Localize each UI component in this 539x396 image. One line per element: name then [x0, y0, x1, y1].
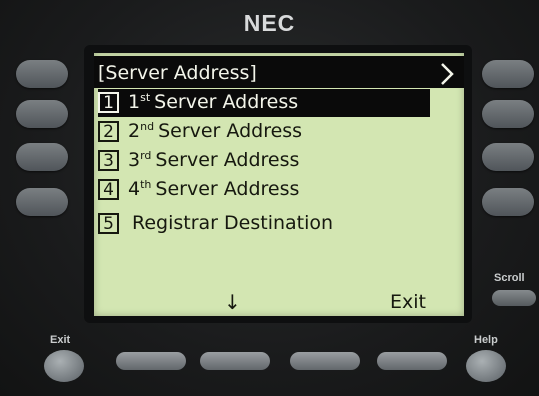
softkey-2[interactable] [200, 352, 270, 370]
softkey-3[interactable] [290, 352, 360, 370]
menu-item-registrar-destination[interactable]: 5 Registrar Destination [98, 210, 438, 238]
help-button[interactable] [466, 350, 506, 382]
left-line-key-3[interactable] [16, 143, 68, 171]
softkey-exit-label[interactable]: Exit [390, 291, 426, 313]
exit-key-label: Exit [50, 334, 71, 346]
item-number: 4 [98, 179, 119, 200]
help-key-label: Help [474, 334, 498, 346]
scroll-button[interactable] [492, 290, 536, 306]
left-line-key-4[interactable] [16, 188, 68, 216]
right-line-key-3[interactable] [482, 143, 534, 171]
item-number: 2 [98, 121, 119, 142]
exit-button[interactable] [44, 350, 84, 382]
right-line-key-1[interactable] [482, 60, 534, 88]
brand-logo: NEC [243, 10, 296, 36]
lcd-screen: [Server Address] 1 1st Server Address 2 2… [94, 53, 464, 316]
scroll-key-label: Scroll [494, 272, 525, 284]
menu-item-4th-server-address[interactable]: 4 4th Server Address [98, 176, 438, 204]
menu-item-1st-server-address[interactable]: 1 1st Server Address [98, 89, 430, 117]
right-line-key-2[interactable] [482, 100, 534, 128]
item-number: 1 [98, 92, 119, 113]
item-label: 4th Server Address [128, 178, 300, 200]
title-bar: [Server Address] [94, 56, 464, 88]
menu-item-3rd-server-address[interactable]: 3 3rd Server Address [98, 147, 438, 175]
item-label: 3rd Server Address [128, 149, 300, 171]
softkey-4[interactable] [377, 352, 447, 370]
item-label: 1st Server Address [128, 91, 299, 113]
right-line-key-4[interactable] [482, 188, 534, 216]
phone-body: NEC [Server Address] 1 1st Server Address… [0, 0, 539, 396]
item-label: Registrar Destination [132, 212, 334, 234]
item-number: 3 [98, 150, 119, 171]
softkey-1[interactable] [116, 352, 186, 370]
chevron-right-icon[interactable] [428, 61, 458, 87]
softkey-down-arrow[interactable]: ↓ [224, 290, 241, 314]
screen-title: [Server Address] [98, 62, 257, 84]
left-line-key-1[interactable] [16, 60, 68, 88]
menu-item-2nd-server-address[interactable]: 2 2nd Server Address [98, 118, 438, 146]
item-label: 2nd Server Address [128, 120, 303, 142]
left-line-key-2[interactable] [16, 100, 68, 128]
item-number: 5 [98, 213, 119, 234]
